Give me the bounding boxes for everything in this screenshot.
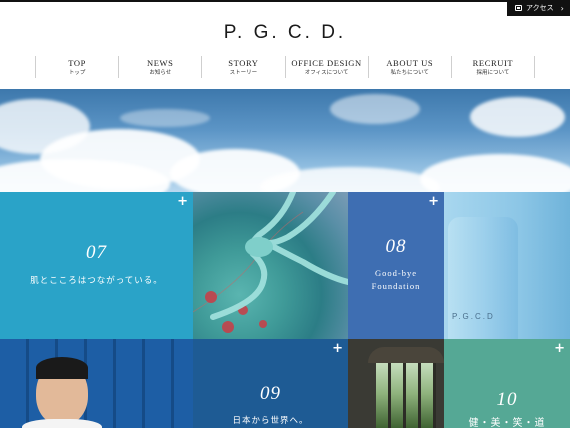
plus-icon: + xyxy=(332,341,343,356)
nav-label-en: RECRUIT xyxy=(472,57,514,68)
nav-item-about-us[interactable]: ABOUT US 私たちについて xyxy=(367,56,451,78)
chevron-right-icon: › xyxy=(560,3,564,13)
nav-label-en: OFFICE DESIGN xyxy=(291,57,362,68)
site-logo[interactable]: P. G. C. D. xyxy=(0,22,570,44)
nav-label-ja: ストーリー xyxy=(229,69,258,76)
top-bar xyxy=(0,0,570,2)
story-number: 08 xyxy=(385,236,407,257)
story-caption-line2: Foundation xyxy=(371,281,421,291)
person-shirt xyxy=(22,419,102,428)
cord-photo[interactable] xyxy=(193,192,348,339)
nav-item-top[interactable]: TOP トップ xyxy=(35,56,118,78)
nav-label-ja: トップ xyxy=(68,69,86,76)
nav-label-en: TOP xyxy=(68,57,86,68)
story-caption: 健・美・笑・道 xyxy=(468,418,546,428)
story-caption: 肌とこころはつながっている。 xyxy=(30,275,163,285)
nav-label-ja: オフィスについて xyxy=(304,69,349,76)
story-caption: 日本から世界へ。 xyxy=(232,415,309,425)
plus-icon: + xyxy=(554,341,565,356)
product-label: P.G.C.D xyxy=(452,312,495,321)
nav-label-en: NEWS xyxy=(147,57,174,68)
nav-item-story[interactable]: STORY ストーリー xyxy=(201,56,284,78)
nav-label-en: STORY xyxy=(228,57,259,68)
main-nav: TOP トップ NEWS お知らせ STORY ストーリー OFFICE DESIGN… xyxy=(35,56,536,78)
knot-cord-illustration xyxy=(193,192,348,333)
story-number: 09 xyxy=(260,383,281,404)
person-hair xyxy=(36,357,88,379)
story-number: 07 xyxy=(86,242,107,263)
nav-label-ja: お知らせ xyxy=(149,69,172,76)
nav-label-en: ABOUT US xyxy=(386,57,434,68)
nav-item-office-design[interactable]: OFFICE DESIGN オフィスについて xyxy=(284,56,368,78)
story-number: 10 xyxy=(496,389,518,410)
portrait-photo[interactable] xyxy=(0,339,193,428)
hero-sky-image xyxy=(0,89,570,192)
access-label: アクセス xyxy=(526,4,554,12)
nav-item-news[interactable]: NEWS お知らせ xyxy=(118,56,201,78)
story-tile-08[interactable]: + 08 Good-bye Foundation xyxy=(348,192,444,339)
story-tile-07[interactable]: + 07 肌とこころはつながっている。 xyxy=(0,192,193,339)
product-photo[interactable]: P.G.C.D xyxy=(444,192,570,339)
nav-item-recruit[interactable]: RECRUIT 採用について xyxy=(450,56,536,78)
nav-label-ja: 私たちについて xyxy=(390,69,429,76)
access-button[interactable]: アクセス › xyxy=(507,0,570,16)
story-caption-line1: Good-bye xyxy=(375,268,417,278)
window-photo[interactable] xyxy=(348,339,444,428)
bus-icon xyxy=(515,5,522,11)
plus-icon: + xyxy=(428,194,439,209)
nav-label-ja: 採用について xyxy=(476,69,510,76)
plus-icon: + xyxy=(177,194,188,209)
story-tile-10[interactable]: + 10 健・美・笑・道 xyxy=(444,339,570,428)
story-tile-09[interactable]: + 09 日本から世界へ。 xyxy=(193,339,348,428)
